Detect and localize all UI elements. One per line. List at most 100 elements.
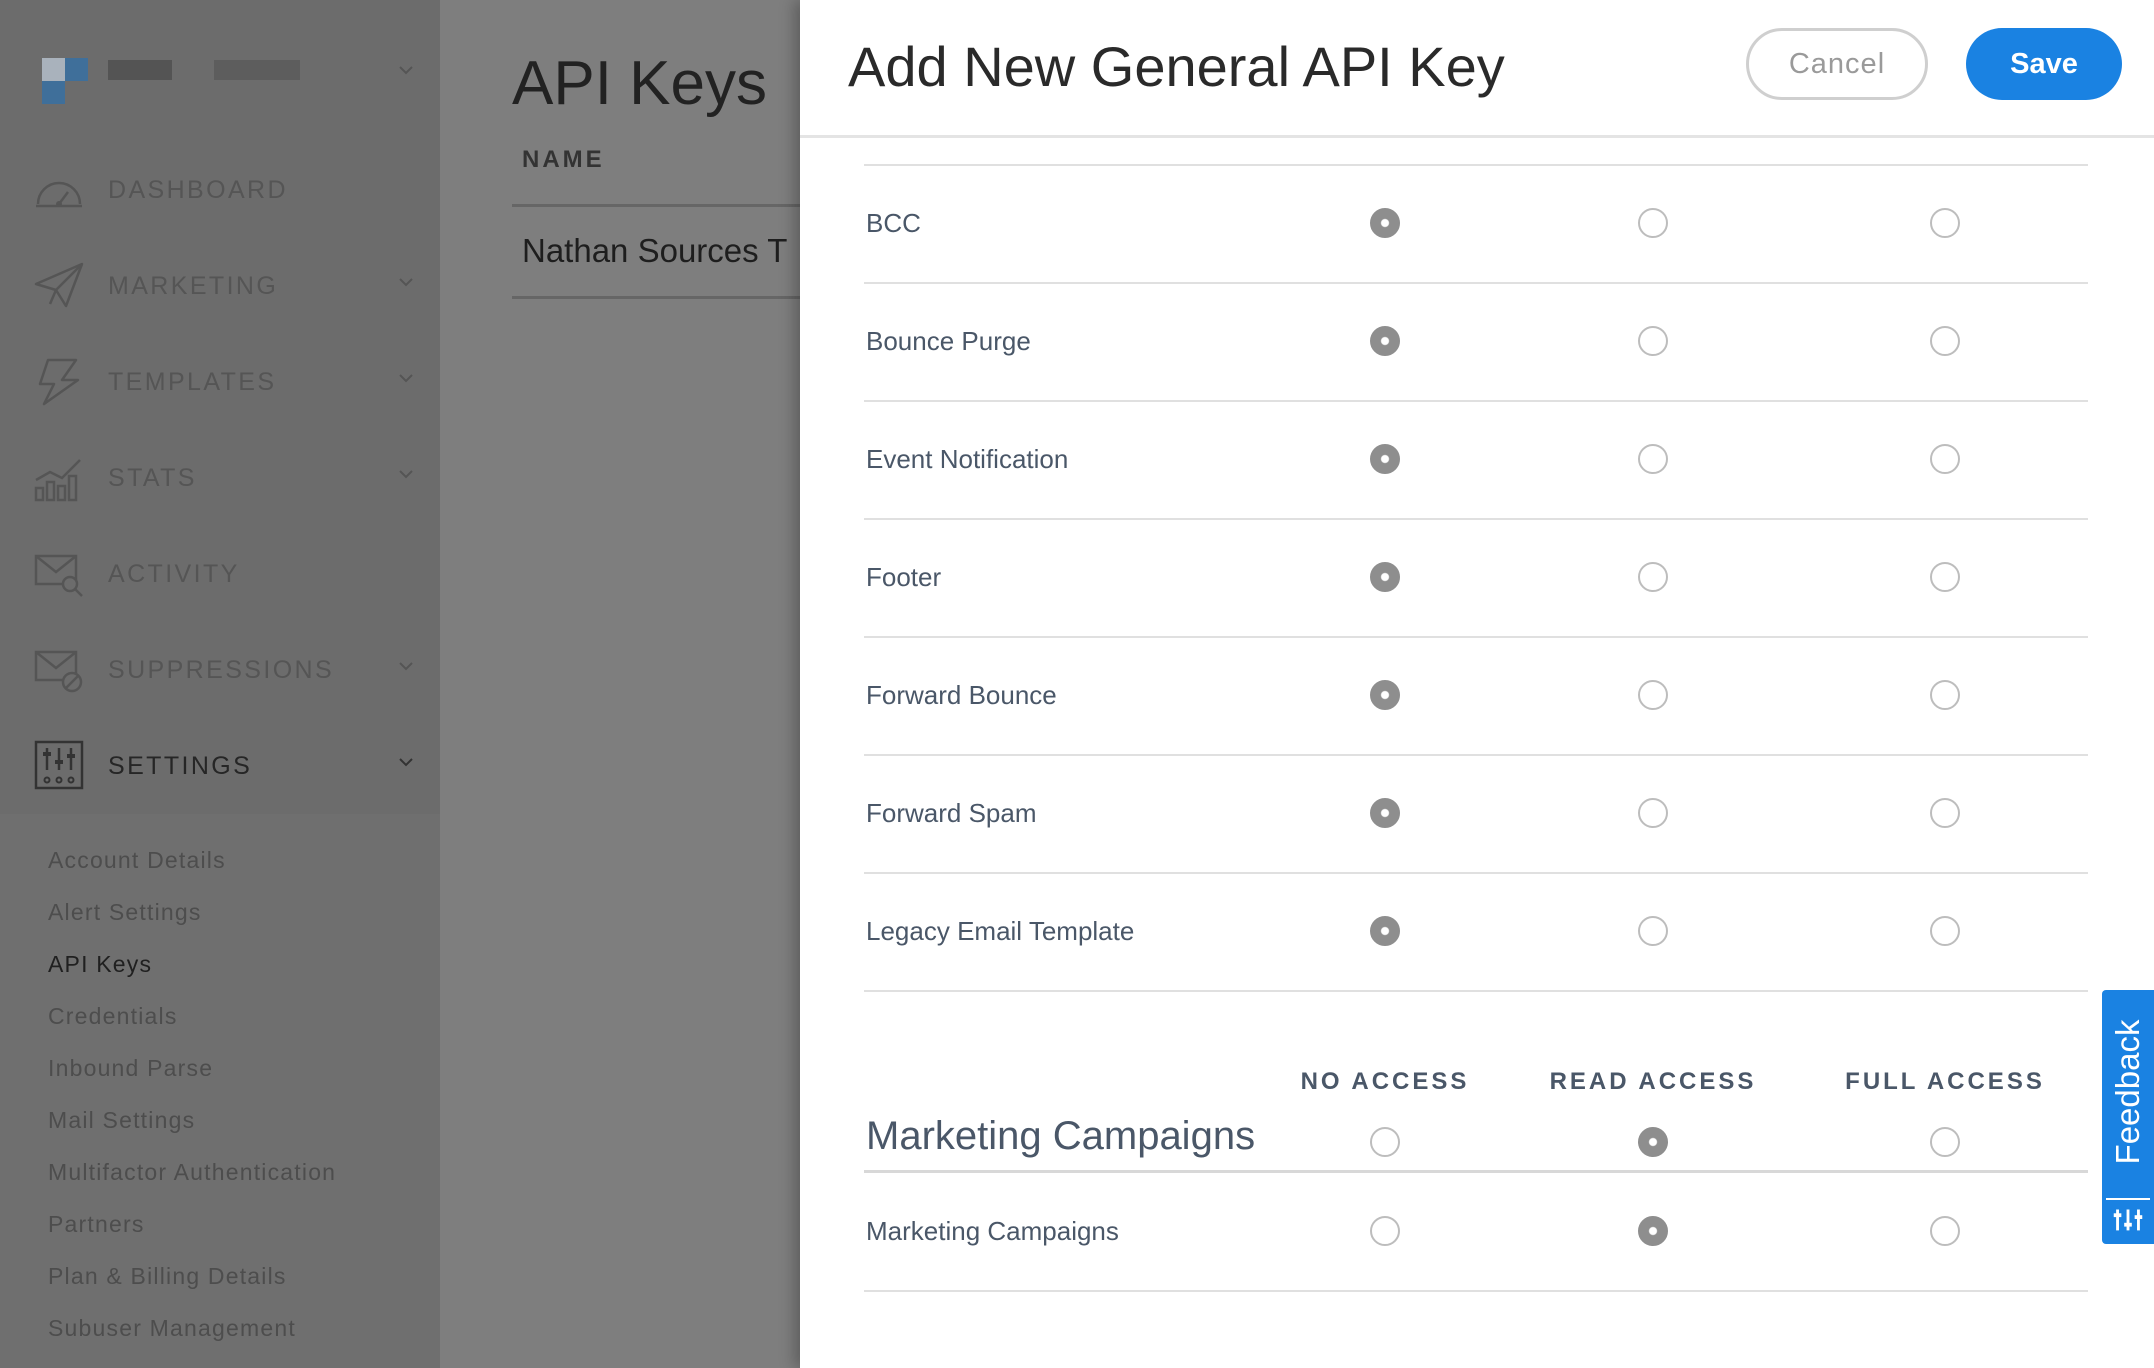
column-header-full-access: FULL ACCESS <box>1845 1068 2045 1095</box>
row-divider <box>864 990 2088 992</box>
account-username-redacted <box>214 60 300 80</box>
main-content: API Keys NAME Nathan Sources T <box>440 0 800 1368</box>
footer-full-access-radio[interactable] <box>1930 562 1960 592</box>
api-key-name-cell[interactable]: Nathan Sources T <box>522 232 787 270</box>
table-divider <box>512 204 800 207</box>
section-title-marketing-campaigns: Marketing Campaigns <box>866 1114 1256 1158</box>
modal-header: Add New General API Key Cancel Save <box>800 0 2154 138</box>
templates-icon <box>38 358 80 406</box>
forward-bounce-full-access-radio[interactable] <box>1930 680 1960 710</box>
nav-item-stats[interactable]: STATS <box>0 428 440 524</box>
cancel-button[interactable]: Cancel <box>1746 28 1928 100</box>
section-marketing-campaigns-none-access-radio[interactable] <box>1370 1127 1400 1157</box>
settings-sliders-icon <box>34 740 84 790</box>
forward-spam-full-access-radio[interactable] <box>1930 798 1960 828</box>
bounce-purge-full-access-radio[interactable] <box>1930 326 1960 356</box>
settings-item-partners[interactable]: Partners <box>48 1211 145 1238</box>
account-name-redacted <box>108 60 172 80</box>
row-divider <box>864 1290 2088 1292</box>
dashboard-icon <box>36 181 82 208</box>
row-divider <box>864 754 2088 756</box>
section-marketing-campaigns-read-access-radio[interactable] <box>1638 1127 1668 1157</box>
forward-bounce-none-access-radio[interactable] <box>1370 680 1400 710</box>
settings-item-api-keys[interactable]: API Keys <box>48 951 152 978</box>
feedback-label: Feedback <box>2109 1019 2146 1165</box>
permission-label-legacy-email-template: Legacy Email Template <box>866 916 1135 946</box>
paper-plane-icon <box>34 262 84 308</box>
legacy-email-template-read-access-radio[interactable] <box>1638 916 1668 946</box>
bcc-read-access-radio[interactable] <box>1638 208 1668 238</box>
event-notification-read-access-radio[interactable] <box>1638 444 1668 474</box>
settings-item-credentials[interactable]: Credentials <box>48 1003 178 1030</box>
stats-icon <box>34 459 81 502</box>
account-chevron-down-icon[interactable] <box>396 60 416 80</box>
event-notification-full-access-radio[interactable] <box>1930 444 1960 474</box>
nav-item-label: DASHBOARD <box>108 176 288 204</box>
settings-item-subuser-management[interactable]: Subuser Management <box>48 1315 296 1342</box>
nav-item-label: SUPPRESSIONS <box>108 656 335 684</box>
settings-item-multifactor-authentication[interactable]: Multifactor Authentication <box>48 1159 336 1186</box>
chevron-down-icon[interactable] <box>396 656 416 676</box>
permission-label-forward-bounce: Forward Bounce <box>866 680 1057 710</box>
legacy-email-template-full-access-radio[interactable] <box>1930 916 1960 946</box>
activity-search-icon <box>34 554 83 597</box>
chevron-down-icon[interactable] <box>396 272 416 292</box>
permission-label-marketing-campaigns: Marketing Campaigns <box>866 1216 1119 1246</box>
suppressions-icon <box>34 650 83 693</box>
table-divider <box>512 296 800 299</box>
nav-item-label: ACTIVITY <box>108 560 240 588</box>
column-header-read-access: READ ACCESS <box>1549 1068 1757 1095</box>
forward-spam-none-access-radio[interactable] <box>1370 798 1400 828</box>
settings-item-inbound-parse[interactable]: Inbound Parse <box>48 1055 213 1082</box>
add-api-key-modal: BCC Bounce Purge Event Notification Footer F… <box>800 0 2154 1368</box>
settings-subnav: Account Details Alert Settings API Keys Cre… <box>0 814 440 1368</box>
row-divider <box>864 282 2088 284</box>
chevron-down-icon[interactable] <box>396 368 416 388</box>
settings-item-mail-settings[interactable]: Mail Settings <box>48 1107 195 1134</box>
permission-label-bcc: BCC <box>866 208 921 238</box>
marketing-campaigns-read-access-radio[interactable] <box>1638 1216 1668 1246</box>
column-header-no-access: NO ACCESS <box>1300 1068 1470 1095</box>
legacy-email-template-none-access-radio[interactable] <box>1370 916 1400 946</box>
forward-bounce-read-access-radio[interactable] <box>1638 680 1668 710</box>
bounce-purge-none-access-radio[interactable] <box>1370 326 1400 356</box>
column-header-name: NAME <box>522 146 605 173</box>
settings-item-plan-billing-details[interactable]: Plan & Billing Details <box>48 1263 287 1290</box>
nav-item-label: STATS <box>108 464 197 492</box>
nav-item-settings[interactable]: SETTINGS <box>0 716 440 812</box>
nav-item-marketing[interactable]: MARKETING <box>0 236 440 332</box>
forward-spam-read-access-radio[interactable] <box>1638 798 1668 828</box>
chevron-down-icon[interactable] <box>396 464 416 484</box>
page-title: API Keys <box>512 49 767 118</box>
bounce-purge-read-access-radio[interactable] <box>1638 326 1668 356</box>
row-divider <box>864 636 2088 638</box>
permission-label-footer: Footer <box>866 562 942 592</box>
marketing-campaigns-none-access-radio[interactable] <box>1370 1216 1400 1246</box>
section-marketing-campaigns-full-access-radio[interactable] <box>1930 1127 1960 1157</box>
row-divider <box>864 164 2088 166</box>
marketing-campaigns-full-access-radio[interactable] <box>1930 1216 1960 1246</box>
sendgrid-logo[interactable] <box>42 58 88 104</box>
bcc-none-access-radio[interactable] <box>1370 208 1400 238</box>
nav-item-templates[interactable]: TEMPLATES <box>0 332 440 428</box>
save-button[interactable]: Save <box>1966 28 2122 100</box>
settings-item-account-details[interactable]: Account Details <box>48 847 226 874</box>
nav-item-label: TEMPLATES <box>108 368 277 396</box>
section-divider <box>864 1170 2088 1173</box>
nav-item-suppressions[interactable]: SUPPRESSIONS <box>0 620 440 716</box>
nav-item-dashboard[interactable]: DASHBOARD <box>0 140 440 236</box>
modal-title: Add New General API Key <box>848 35 1505 98</box>
sidebar: DASHBOARD MARKETING TEMPLATES STATS ACTIVITY… <box>0 0 440 1368</box>
row-divider <box>864 400 2088 402</box>
nav-item-label: SETTINGS <box>108 752 253 780</box>
feedback-tab[interactable]: Feedback <box>2102 990 2154 1244</box>
row-divider <box>864 518 2088 520</box>
bcc-full-access-radio[interactable] <box>1930 208 1960 238</box>
footer-none-access-radio[interactable] <box>1370 562 1400 592</box>
permission-label-forward-spam: Forward Spam <box>866 798 1037 828</box>
footer-read-access-radio[interactable] <box>1638 562 1668 592</box>
event-notification-none-access-radio[interactable] <box>1370 444 1400 474</box>
nav-item-activity[interactable]: ACTIVITY <box>0 524 440 620</box>
settings-item-alert-settings[interactable]: Alert Settings <box>48 899 202 926</box>
chevron-down-icon[interactable] <box>396 752 416 772</box>
